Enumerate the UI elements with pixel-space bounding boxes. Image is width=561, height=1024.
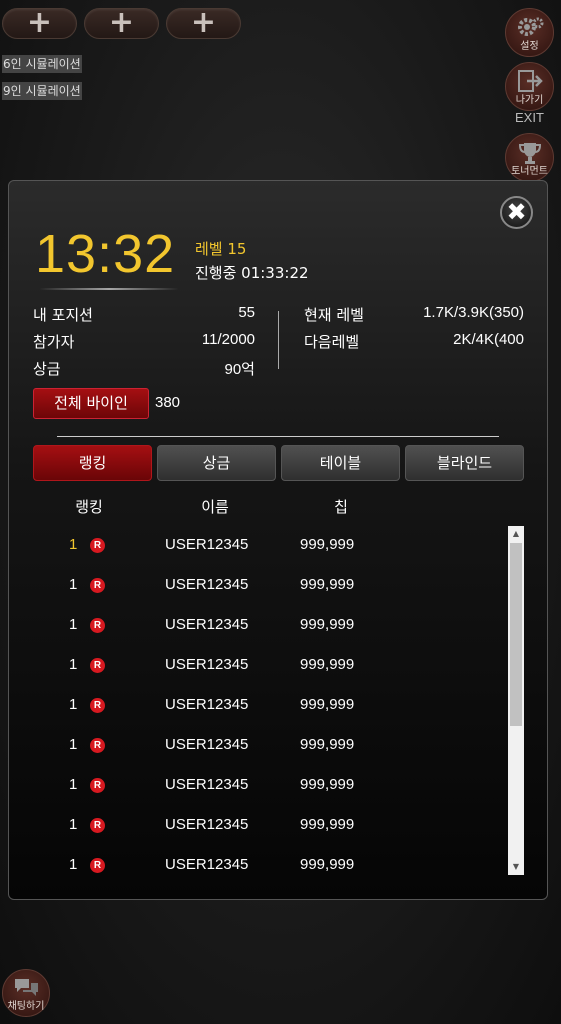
close-button[interactable]: ✖ xyxy=(500,196,533,229)
tab-ranking[interactable]: 랭킹 xyxy=(33,445,152,481)
player-name: USER12345 xyxy=(165,576,249,593)
player-chips: 999,999 xyxy=(300,696,355,713)
rank-badge-icon: R xyxy=(90,818,105,833)
rank-value: 1 xyxy=(69,816,78,833)
player-chips: 999,999 xyxy=(300,776,355,793)
rank-badge-icon: R xyxy=(90,698,105,713)
stat-my-position: 내 포지션 55 xyxy=(33,304,255,325)
player-chips: 999,999 xyxy=(300,576,355,593)
table-row: 1 R USER12345 999,999 xyxy=(9,726,509,766)
rank-badge-icon: R xyxy=(90,738,105,753)
rank-value: 1 xyxy=(69,736,78,753)
stat-label: 상금 xyxy=(33,360,61,378)
rank-value: 1 xyxy=(69,856,78,873)
rank-badge-icon: R xyxy=(90,858,105,873)
rank-badge-icon: R xyxy=(90,618,105,633)
player-name: USER12345 xyxy=(165,736,249,753)
table-row: 1 R USER12345 999,999 xyxy=(9,606,509,646)
scroll-thumb[interactable] xyxy=(510,543,522,726)
table-row: 1 R USER12345 999,999 xyxy=(9,646,509,686)
total-buyin-button[interactable]: 전체 바이인 xyxy=(33,388,149,419)
scroll-down-arrow-icon[interactable]: ▼ xyxy=(508,859,524,875)
player-name: USER12345 xyxy=(165,856,249,873)
settings-label: 설정 xyxy=(520,41,539,52)
level-text: 레벨 15 xyxy=(195,240,247,258)
player-name: USER12345 xyxy=(165,776,249,793)
stat-label: 참가자 xyxy=(33,333,75,351)
player-name: USER12345 xyxy=(165,696,249,713)
stat-value: 1.7K/3.9K(350) xyxy=(423,304,524,321)
section-divider xyxy=(57,436,499,437)
add-button-3[interactable]: + xyxy=(166,8,241,39)
exit-text: EXIT xyxy=(515,110,544,125)
sim-6-button[interactable]: 6인 시뮬레이션 xyxy=(2,55,82,73)
stat-label: 현재 레벨 xyxy=(304,306,364,324)
rank-badge-icon: R xyxy=(90,778,105,793)
exit-button[interactable]: 나가기 xyxy=(505,62,554,111)
stat-value: 11/2000 xyxy=(201,331,255,348)
tournament-clock: 13:32 xyxy=(35,224,176,284)
player-chips: 999,999 xyxy=(300,736,355,753)
player-name: USER12345 xyxy=(165,656,249,673)
rank-badge-icon: R xyxy=(90,578,105,593)
column-header-rank: 랭킹 xyxy=(75,498,103,516)
chat-button[interactable]: 채팅하기 xyxy=(2,969,50,1017)
add-button-1[interactable]: + xyxy=(2,8,77,39)
rank-badge-icon: R xyxy=(90,538,105,553)
tournament-button[interactable]: 토너먼트 xyxy=(505,133,554,182)
tab-prize[interactable]: 상금 xyxy=(157,445,276,481)
rank-value: 1 xyxy=(69,616,78,633)
player-chips: 999,999 xyxy=(300,816,355,833)
ranking-scrollbar[interactable]: ▲ ▼ xyxy=(508,526,524,875)
player-name: USER12345 xyxy=(165,816,249,833)
stats-divider xyxy=(278,311,279,369)
stat-next-level: 다음레벨 2K/4K(400 xyxy=(304,331,524,352)
column-header-chips: 칩 xyxy=(334,498,348,516)
player-name: USER12345 xyxy=(165,536,249,553)
add-button-2[interactable]: + xyxy=(84,8,159,39)
stat-participants: 참가자 11/2000 xyxy=(33,331,255,352)
chat-label: 채팅하기 xyxy=(7,1001,45,1012)
tab-blind[interactable]: 블라인드 xyxy=(405,445,524,481)
stat-prize: 상금 90억 xyxy=(33,358,255,379)
player-chips: 999,999 xyxy=(300,616,355,633)
rank-value: 1 xyxy=(69,696,78,713)
clock-underline xyxy=(39,288,179,290)
column-header-name: 이름 xyxy=(201,498,229,516)
stat-label: 내 포지션 xyxy=(33,306,93,324)
rank-value: 1 xyxy=(69,776,78,793)
tournament-info-modal: ✖ 13:32 레벨 15 진행중 01:33:22 내 포지션 55 참가자 … xyxy=(8,180,548,900)
stat-current-level: 현재 레벨 1.7K/3.9K(350) xyxy=(304,304,524,325)
scroll-up-arrow-icon[interactable]: ▲ xyxy=(508,526,524,542)
player-name: USER12345 xyxy=(165,616,249,633)
table-row: 1 R USER12345 999,999 xyxy=(9,566,509,606)
table-row: 1 R USER12345 999,999 xyxy=(9,686,509,726)
stat-label: 다음레벨 xyxy=(304,333,360,351)
table-row: 1 R USER12345 999,999 xyxy=(9,766,509,806)
total-buyin-value: 380 xyxy=(155,394,181,411)
exit-label: 나가기 xyxy=(515,95,544,106)
rank-value: 1 xyxy=(69,656,78,673)
ranking-list: 1 R USER12345 999,999 1 R USER12345 999,999 1 R US… xyxy=(9,526,509,876)
tab-table[interactable]: 테이블 xyxy=(281,445,400,481)
progress-time: 진행중 01:33:22 xyxy=(195,264,309,282)
table-row: 1 R USER12345 999,999 xyxy=(9,846,509,876)
player-chips: 999,999 xyxy=(300,856,355,873)
stat-value: 2K/4K(400 xyxy=(453,331,524,348)
table-row: 1 R USER12345 999,999 xyxy=(9,526,509,566)
tournament-label: 토너먼트 xyxy=(511,166,548,177)
rank-value: 1 xyxy=(69,536,78,553)
chat-icon xyxy=(15,979,38,996)
table-row: 1 R USER12345 999,999 xyxy=(9,806,509,846)
stat-value: 90억 xyxy=(224,361,256,378)
sim-9-button[interactable]: 9인 시뮬레이션 xyxy=(2,82,82,100)
player-chips: 999,999 xyxy=(300,656,355,673)
settings-button[interactable]: 설정 xyxy=(505,8,554,57)
rank-badge-icon: R xyxy=(90,658,105,673)
rank-value: 1 xyxy=(69,576,78,593)
stat-value: 55 xyxy=(238,304,255,321)
player-chips: 999,999 xyxy=(300,536,355,553)
exit-icon xyxy=(517,70,543,92)
